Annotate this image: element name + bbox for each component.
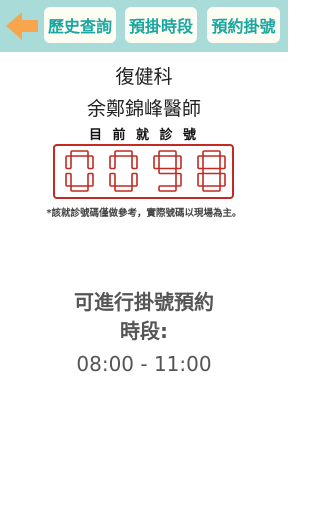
segment-d (202, 185, 221, 192)
segment-g (158, 167, 177, 175)
segment-e (197, 172, 204, 187)
segment-d (158, 185, 177, 192)
segment-a (70, 150, 89, 157)
segment-g (202, 167, 221, 175)
booking-slot-time: 08:00 - 11:00 (76, 352, 212, 376)
segment-d (70, 185, 89, 192)
segment-f (153, 155, 160, 170)
segment-c (131, 172, 138, 187)
segment-e (109, 172, 116, 187)
digit-4 (197, 150, 226, 192)
segment-c (87, 172, 94, 187)
digit-3 (153, 150, 182, 192)
current-number-label: 目 前 就 診 號 (88, 128, 200, 143)
top-nav-bar: 歷史查詢 預掛時段 預約掛號 (0, 0, 288, 52)
current-number-display (53, 144, 234, 199)
segment-f (65, 155, 72, 170)
segment-a (158, 150, 177, 157)
department-name: 復健科 (115, 66, 173, 88)
booking-slot-title: 可進行掛號預約 時段: (0, 288, 288, 346)
segment-e (65, 172, 72, 187)
segment-b (87, 155, 94, 170)
segment-c (219, 172, 226, 187)
segment-c (175, 172, 182, 187)
segment-b (131, 155, 138, 170)
booking-slot-title-line2: 時段: (120, 319, 168, 343)
booking-slot-title-line1: 可進行掛號預約 (74, 290, 214, 314)
digit-2 (109, 150, 138, 192)
doctor-name: 余鄭錦峰醫師 (86, 98, 201, 120)
number-disclaimer: *該就診號碼僅做參考，實際號碼以現場為主。 (46, 208, 242, 219)
tab-book-appointment[interactable]: 預約掛號 (207, 7, 280, 43)
digit-1 (65, 150, 94, 192)
segment-a (202, 150, 221, 157)
segment-b (219, 155, 226, 170)
segment-a (114, 150, 133, 157)
back-arrow-icon (6, 12, 38, 40)
segment-d (114, 185, 133, 192)
back-button[interactable] (4, 8, 40, 44)
tab-history-query[interactable]: 歷史查詢 (44, 7, 116, 43)
tab-reservation-slots[interactable]: 預掛時段 (125, 7, 197, 43)
segment-f (197, 155, 204, 170)
segment-b (175, 155, 182, 170)
seven-segment-digits (65, 150, 226, 192)
segment-f (109, 155, 116, 170)
